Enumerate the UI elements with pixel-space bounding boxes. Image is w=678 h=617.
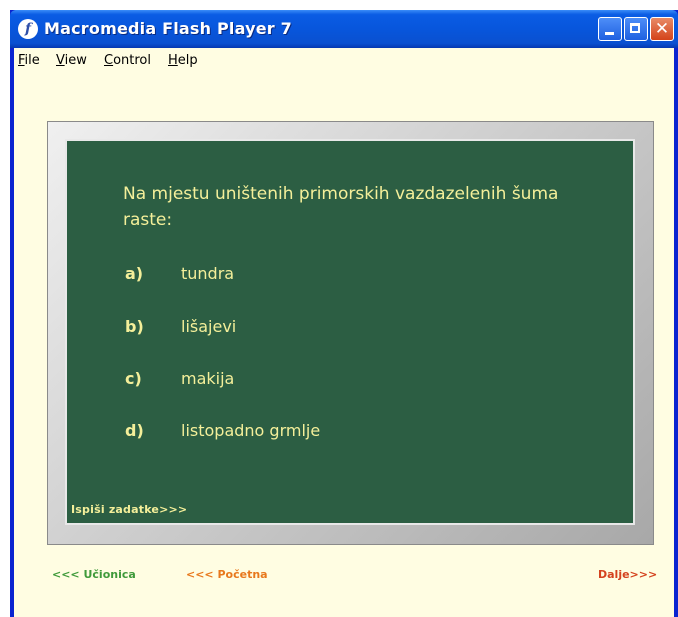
title-bar[interactable]: f Macromedia Flash Player 7 ✕ <box>10 10 678 48</box>
maximize-button[interactable] <box>624 17 648 41</box>
flash-content-area: Na mjestu uništenih primorskih vazdazele… <box>14 74 674 617</box>
option-letter: d) <box>125 421 144 440</box>
close-button[interactable]: ✕ <box>650 17 674 41</box>
window-title: Macromedia Flash Player 7 <box>44 19 292 38</box>
option-text: makija <box>181 369 235 388</box>
menu-help[interactable]: Help <box>168 53 198 68</box>
menu-view[interactable]: View <box>56 53 87 68</box>
next-link[interactable]: Dalje>>> <box>598 568 657 581</box>
flash-player-window: f Macromedia Flash Player 7 ✕ File View … <box>10 10 678 617</box>
option-text: listopadno grmlje <box>181 421 321 440</box>
option-text: tundra <box>181 264 235 283</box>
chalkboard: Na mjestu uništenih primorskih vazdazele… <box>65 139 635 525</box>
home-link[interactable]: <<< Početna <box>186 568 268 581</box>
menu-file[interactable]: File <box>18 53 40 68</box>
option-letter: c) <box>125 369 142 388</box>
option-letter: b) <box>125 317 144 336</box>
classroom-link[interactable]: <<< Učionica <box>52 568 136 581</box>
close-icon: ✕ <box>654 19 670 39</box>
chalkboard-frame: Na mjestu uništenih primorskih vazdazele… <box>47 121 654 545</box>
menu-control[interactable]: Control <box>104 53 151 68</box>
menu-bar: File View Control Help <box>14 48 674 74</box>
question-text: Na mjestu uništenih primorskih vazdazele… <box>123 184 559 230</box>
option-text: lišajevi <box>181 317 237 336</box>
minimize-button[interactable] <box>598 17 622 41</box>
option-letter: a) <box>125 264 144 283</box>
print-tasks-link[interactable]: Ispiši zadatke>>> <box>71 503 187 516</box>
flash-icon: f <box>18 19 38 39</box>
